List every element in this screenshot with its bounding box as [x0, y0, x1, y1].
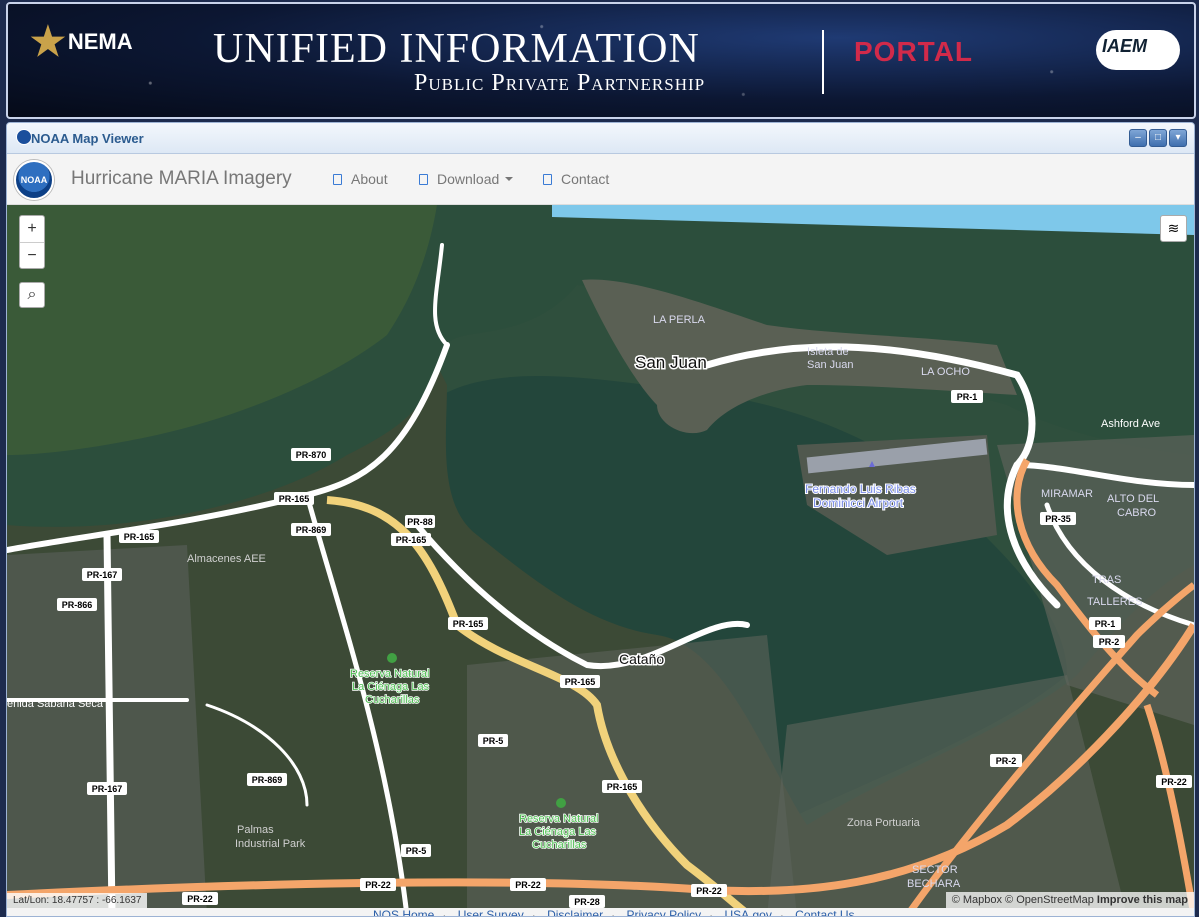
svg-text:Reserva Natural: Reserva Natural: [350, 668, 429, 680]
road-shield-label: PR-5: [483, 736, 504, 746]
road-shield-label: PR-167: [87, 570, 118, 580]
download-icon: [419, 173, 428, 185]
search-button[interactable]: ⌕: [19, 282, 45, 308]
svg-text:LA OCHO: LA OCHO: [921, 366, 970, 378]
latlon-readout: Lat/Lon: 18.47757 : -66.1637: [7, 893, 148, 908]
svg-text:San Juan: San Juan: [807, 359, 853, 371]
navbar: NOAA Hurricane MARIA Imagery About Downl…: [7, 154, 1194, 205]
improve-map-link[interactable]: Improve this map: [1097, 894, 1188, 906]
noaa-icon: [16, 129, 32, 145]
road-shield-label: PR-22: [365, 880, 391, 890]
road-shield-label: PR-2: [996, 756, 1017, 766]
svg-text:Industrial Park: Industrial Park: [235, 838, 306, 850]
road-shield-label: PR-28: [574, 897, 600, 907]
svg-text:MIRAMAR: MIRAMAR: [1041, 488, 1093, 500]
zoom-out-button[interactable]: −: [20, 243, 44, 269]
svg-text:Cucharillas: Cucharillas: [365, 694, 420, 706]
road-shield-label: PR-22: [515, 880, 541, 890]
road-shield-label: PR-165: [279, 494, 310, 504]
nema-logo: ★ NEMA: [30, 20, 133, 64]
window-title: NOAA Map Viewer: [31, 131, 144, 146]
map-viewer-window: NOAA Map Viewer – □ ▾ NOAA Hurricane MAR…: [6, 122, 1195, 917]
svg-text:Fernando Luis Ribas: Fernando Luis Ribas: [805, 482, 916, 496]
road-shield-label: PR-866: [62, 600, 93, 610]
collapse-button[interactable]: ▾: [1169, 129, 1187, 147]
layers-icon: ≋: [1167, 220, 1180, 236]
road-shield-label: PR-22: [1161, 777, 1187, 787]
svg-text:BECHARA: BECHARA: [907, 878, 961, 890]
portal-banner: ★ NEMA UNIFIED INFORMATION Public Private…: [6, 2, 1196, 119]
nav-contact[interactable]: Contact: [543, 171, 609, 187]
svg-text:TRAS: TRAS: [1092, 574, 1121, 586]
banner-divider: [822, 30, 824, 94]
nav-download[interactable]: Download: [419, 171, 514, 187]
road-shield-label: PR-165: [565, 677, 596, 687]
road-shield-label: PR-869: [296, 525, 327, 535]
svg-text:Ashford Ave: Ashford Ave: [1101, 418, 1160, 430]
road-shield-label: PR-35: [1045, 514, 1071, 524]
map-imagery: PR-870 PR-165 PR-165 PR-869 PR-88 PR-165…: [7, 205, 1194, 916]
info-icon: [333, 173, 342, 185]
chevron-down-icon: [505, 177, 514, 181]
banner-title: UNIFIED INFORMATION: [213, 26, 700, 72]
svg-text:La Ciénaga Las: La Ciénaga Las: [519, 826, 597, 838]
road-shield-label: PR-1: [1095, 619, 1116, 629]
road-shield-label: PR-167: [92, 784, 123, 794]
noaa-logo[interactable]: NOAA: [14, 160, 54, 200]
road-shield-label: PR-22: [187, 894, 213, 904]
road-shield-label: PR-165: [607, 782, 638, 792]
banner-subtitle: Public Private Partnership: [414, 70, 706, 96]
banner-portal-label: PORTAL: [854, 36, 974, 67]
road-shield-label: PR-88: [407, 517, 433, 527]
navbar-brand[interactable]: Hurricane MARIA Imagery: [71, 168, 292, 190]
svg-text:TALLERES: TALLERES: [1087, 596, 1142, 608]
mail-icon: [543, 173, 552, 185]
svg-text:San Juan: San Juan: [635, 353, 707, 372]
road-shield-label: PR-870: [296, 450, 327, 460]
map-canvas[interactable]: PR-870 PR-165 PR-165 PR-869 PR-88 PR-165…: [7, 205, 1194, 916]
road-shield-label: PR-5: [406, 846, 427, 856]
svg-text:Palmas: Palmas: [237, 824, 274, 836]
svg-text:SECTOR: SECTOR: [912, 864, 958, 876]
svg-text:Cucharillas: Cucharillas: [532, 839, 587, 851]
svg-text:Isleta de: Isleta de: [807, 346, 849, 358]
svg-text:Cataño: Cataño: [619, 651, 664, 667]
road-shield-label: PR-22: [696, 886, 722, 896]
road-shield-label: PR-1: [957, 392, 978, 402]
layers-button[interactable]: ≋: [1160, 215, 1187, 242]
svg-text:Almacenes AEE: Almacenes AEE: [187, 553, 266, 565]
road-shield-label: PR-165: [453, 619, 484, 629]
svg-text:Dominicci Airport: Dominicci Airport: [813, 496, 904, 510]
svg-text:ALTO DEL: ALTO DEL: [1107, 493, 1159, 505]
nav-about[interactable]: About: [333, 171, 388, 187]
svg-text:enida Sabana Seca: enida Sabana Seca: [7, 698, 104, 710]
svg-text:CABRO: CABRO: [1117, 507, 1157, 519]
svg-text:Reserva Natural: Reserva Natural: [519, 813, 598, 825]
maximize-button[interactable]: □: [1149, 129, 1167, 147]
svg-text:Zona Portuaria: Zona Portuaria: [847, 817, 921, 829]
map-attribution: © Mapbox © OpenStreetMap Improve this ma…: [945, 892, 1194, 908]
road-shield-label: PR-2: [1099, 637, 1120, 647]
road-shield-label: PR-165: [396, 535, 427, 545]
road-shield-label: PR-869: [252, 775, 283, 785]
svg-text:La Ciénaga Las: La Ciénaga Las: [352, 681, 430, 693]
minimize-button[interactable]: –: [1129, 129, 1147, 147]
search-icon: ⌕: [27, 286, 37, 303]
road-shield-label: PR-165: [124, 532, 155, 542]
window-titlebar: NOAA Map Viewer – □ ▾: [7, 123, 1194, 154]
zoom-in-button[interactable]: +: [20, 216, 44, 243]
iaem-logo: IAEM: [1096, 18, 1180, 74]
zoom-control: + −: [19, 215, 45, 269]
svg-text:LA PERLA: LA PERLA: [653, 314, 706, 326]
